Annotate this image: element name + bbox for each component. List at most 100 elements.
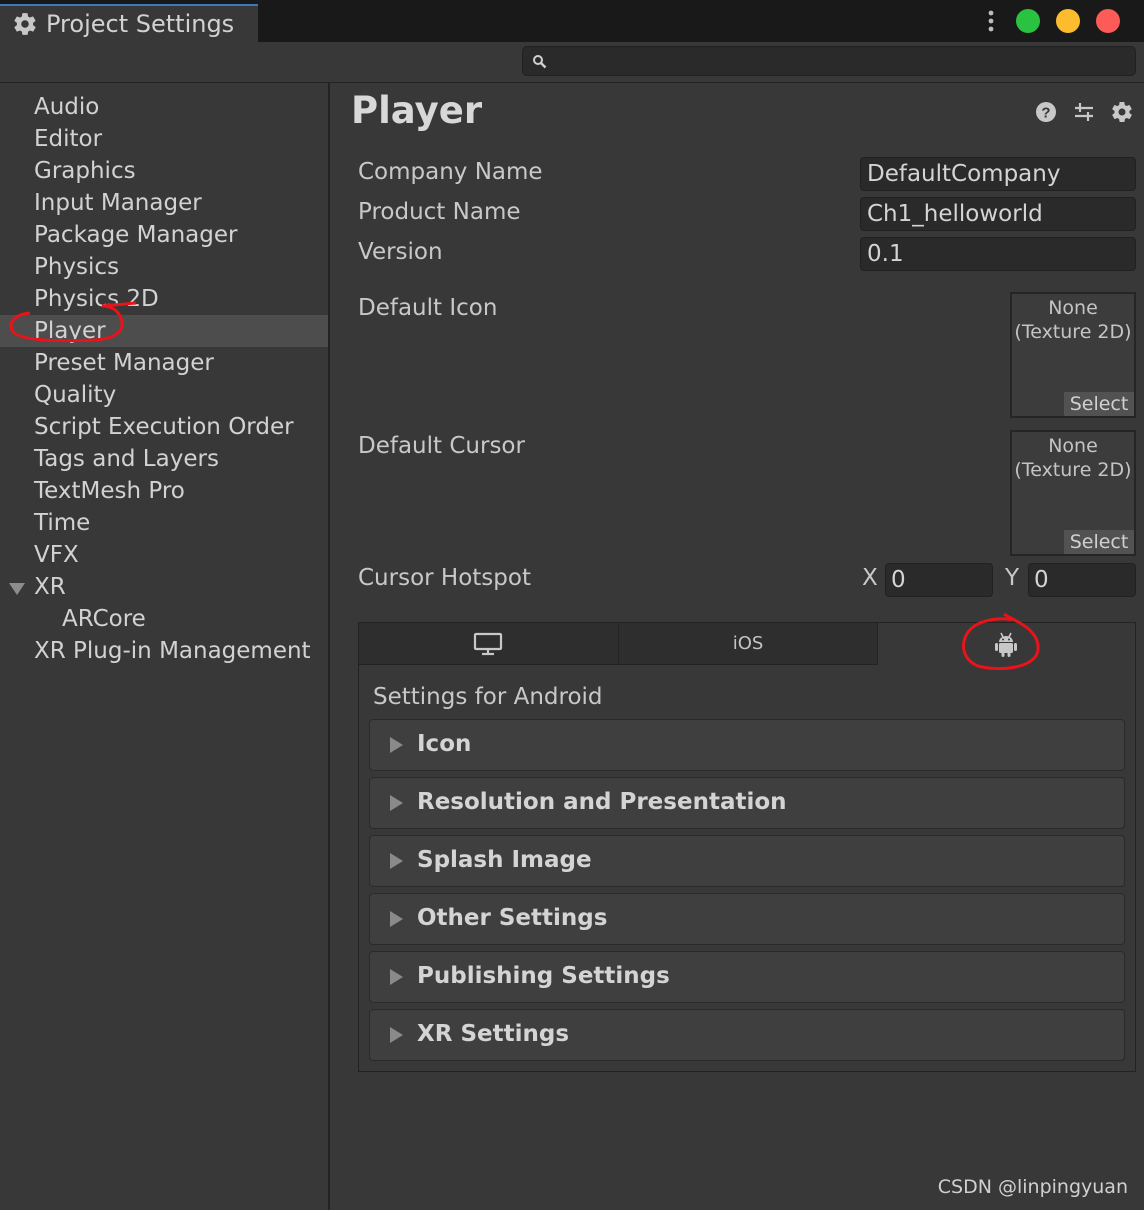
sidebar-item-label: Input Manager	[34, 190, 202, 216]
sidebar-item-label: Graphics	[34, 158, 136, 184]
minimize-button[interactable]	[1056, 9, 1080, 33]
settings-sidebar: Audio Editor Graphics Input Manager Pack…	[0, 83, 330, 1210]
sidebar-item-label: Package Manager	[34, 222, 238, 248]
sidebar-item-arcore[interactable]: ARCore	[0, 603, 328, 635]
sidebar-item-player[interactable]: Player	[0, 315, 328, 347]
default-cursor-field[interactable]: None (Texture 2D) Select	[1010, 430, 1136, 556]
sidebar-item-label: Physics	[34, 254, 120, 280]
sidebar-item-label: TextMesh Pro	[34, 478, 185, 504]
product-name-label: Product Name	[358, 199, 521, 225]
expand-arrow-icon[interactable]	[9, 583, 25, 595]
object-type-text: (Texture 2D)	[1014, 459, 1132, 481]
sidebar-item-textmesh-pro[interactable]: TextMesh Pro	[0, 475, 328, 507]
company-name-field[interactable]: DefaultCompany	[860, 157, 1136, 191]
sidebar-item-label: Script Execution Order	[34, 414, 294, 440]
sidebar-item-label: ARCore	[62, 606, 146, 632]
sidebar-item-package-manager[interactable]: Package Manager	[0, 219, 328, 251]
sidebar-item-label: Editor	[34, 126, 103, 152]
settings-gear-icon[interactable]	[1110, 100, 1134, 124]
sidebar-item-label: Quality	[34, 382, 117, 408]
title-bar: Project Settings	[0, 0, 1144, 42]
foldout-label: Other Settings	[417, 905, 608, 931]
sidebar-item-time[interactable]: Time	[0, 507, 328, 539]
sidebar-item-physics-2d[interactable]: Physics 2D	[0, 283, 328, 315]
default-cursor-label: Default Cursor	[358, 433, 525, 459]
sidebar-item-label: XR	[34, 574, 66, 600]
other-settings-foldout[interactable]: Other Settings	[369, 893, 1125, 945]
default-icon-select-button[interactable]: Select	[1064, 392, 1134, 416]
default-icon-label: Default Icon	[358, 295, 498, 321]
sidebar-item-xr-plugin-management[interactable]: XR Plug-in Management	[0, 635, 328, 667]
hotspot-x-label: X	[862, 565, 878, 591]
settings-for-android-heading: Settings for Android	[373, 684, 603, 710]
foldout-label: Publishing Settings	[417, 963, 670, 989]
object-none-text: None	[1048, 435, 1098, 457]
android-icon	[995, 632, 1017, 657]
sidebar-item-input-manager[interactable]: Input Manager	[0, 187, 328, 219]
foldout-arrow-icon	[390, 911, 403, 927]
player-settings-panel: Player ? Company Name DefaultCompany Pro…	[330, 83, 1144, 1210]
help-icon[interactable]: ?	[1034, 100, 1058, 124]
hotspot-y-label: Y	[1005, 565, 1020, 591]
ios-tab-label: iOS	[732, 633, 764, 654]
foldout-arrow-icon	[390, 853, 403, 869]
version-label: Version	[358, 239, 443, 265]
sidebar-item-audio[interactable]: Audio	[0, 91, 328, 123]
close-button[interactable]	[1096, 9, 1120, 33]
sidebar-item-label: Audio	[34, 94, 100, 120]
object-none-text: None	[1048, 297, 1098, 319]
monitor-icon	[473, 632, 503, 656]
sidebar-item-script-execution-order[interactable]: Script Execution Order	[0, 411, 328, 443]
sidebar-item-label: Physics 2D	[34, 286, 159, 312]
svg-text:?: ?	[1041, 105, 1050, 122]
object-type-text: (Texture 2D)	[1014, 321, 1132, 343]
foldout-arrow-icon	[390, 969, 403, 985]
more-options-icon[interactable]	[986, 10, 996, 32]
sidebar-item-label: Time	[34, 510, 91, 536]
cursor-hotspot-label: Cursor Hotspot	[358, 565, 531, 591]
resolution-and-presentation-foldout[interactable]: Resolution and Presentation	[369, 777, 1125, 829]
sidebar-item-graphics[interactable]: Graphics	[0, 155, 328, 187]
hotspot-y-field[interactable]: 0	[1028, 563, 1136, 597]
sidebar-item-vfx[interactable]: VFX	[0, 539, 328, 571]
tab-android[interactable]	[878, 623, 1135, 665]
tab-ios[interactable]: iOS	[619, 623, 878, 665]
sidebar-item-label: VFX	[34, 542, 79, 568]
maximize-button[interactable]	[1016, 9, 1040, 33]
foldout-arrow-icon	[390, 795, 403, 811]
hotspot-x-field[interactable]: 0	[885, 563, 993, 597]
foldout-label: Splash Image	[417, 847, 592, 873]
gear-icon	[14, 13, 36, 35]
product-name-field[interactable]: Ch1_helloworld	[860, 197, 1136, 231]
sidebar-item-label: Player	[34, 318, 106, 344]
sidebar-item-quality[interactable]: Quality	[0, 379, 328, 411]
foldout-label: XR Settings	[417, 1021, 570, 1047]
icon-foldout[interactable]: Icon	[369, 719, 1125, 771]
sidebar-item-xr[interactable]: XR	[0, 571, 328, 603]
preset-sliders-icon[interactable]	[1072, 100, 1096, 124]
search-icon	[533, 55, 547, 69]
sidebar-item-label: Tags and Layers	[34, 446, 219, 472]
sidebar-item-preset-manager[interactable]: Preset Manager	[0, 347, 328, 379]
foldout-label: Icon	[417, 731, 472, 757]
sidebar-item-editor[interactable]: Editor	[0, 123, 328, 155]
foldout-arrow-icon	[390, 1027, 403, 1043]
default-cursor-select-button[interactable]: Select	[1064, 530, 1134, 554]
sidebar-item-label: Preset Manager	[34, 350, 214, 376]
splash-image-foldout[interactable]: Splash Image	[369, 835, 1125, 887]
page-title: Player	[351, 89, 483, 132]
tab-title: Project Settings	[46, 10, 235, 38]
sidebar-item-tags-and-layers[interactable]: Tags and Layers	[0, 443, 328, 475]
default-icon-field[interactable]: None (Texture 2D) Select	[1010, 292, 1136, 418]
sidebar-item-label: XR Plug-in Management	[34, 638, 311, 664]
version-field[interactable]: 0.1	[860, 237, 1136, 271]
toolbar	[0, 42, 1144, 83]
publishing-settings-foldout[interactable]: Publishing Settings	[369, 951, 1125, 1003]
xr-settings-foldout[interactable]: XR Settings	[369, 1009, 1125, 1061]
tab-standalone[interactable]	[359, 623, 619, 665]
search-input[interactable]	[522, 46, 1136, 76]
platform-settings-box: iOS Settings for Android Icon Resolution…	[358, 622, 1136, 1072]
sidebar-item-physics[interactable]: Physics	[0, 251, 328, 283]
project-settings-tab[interactable]: Project Settings	[0, 4, 258, 42]
foldout-arrow-icon	[390, 737, 403, 753]
